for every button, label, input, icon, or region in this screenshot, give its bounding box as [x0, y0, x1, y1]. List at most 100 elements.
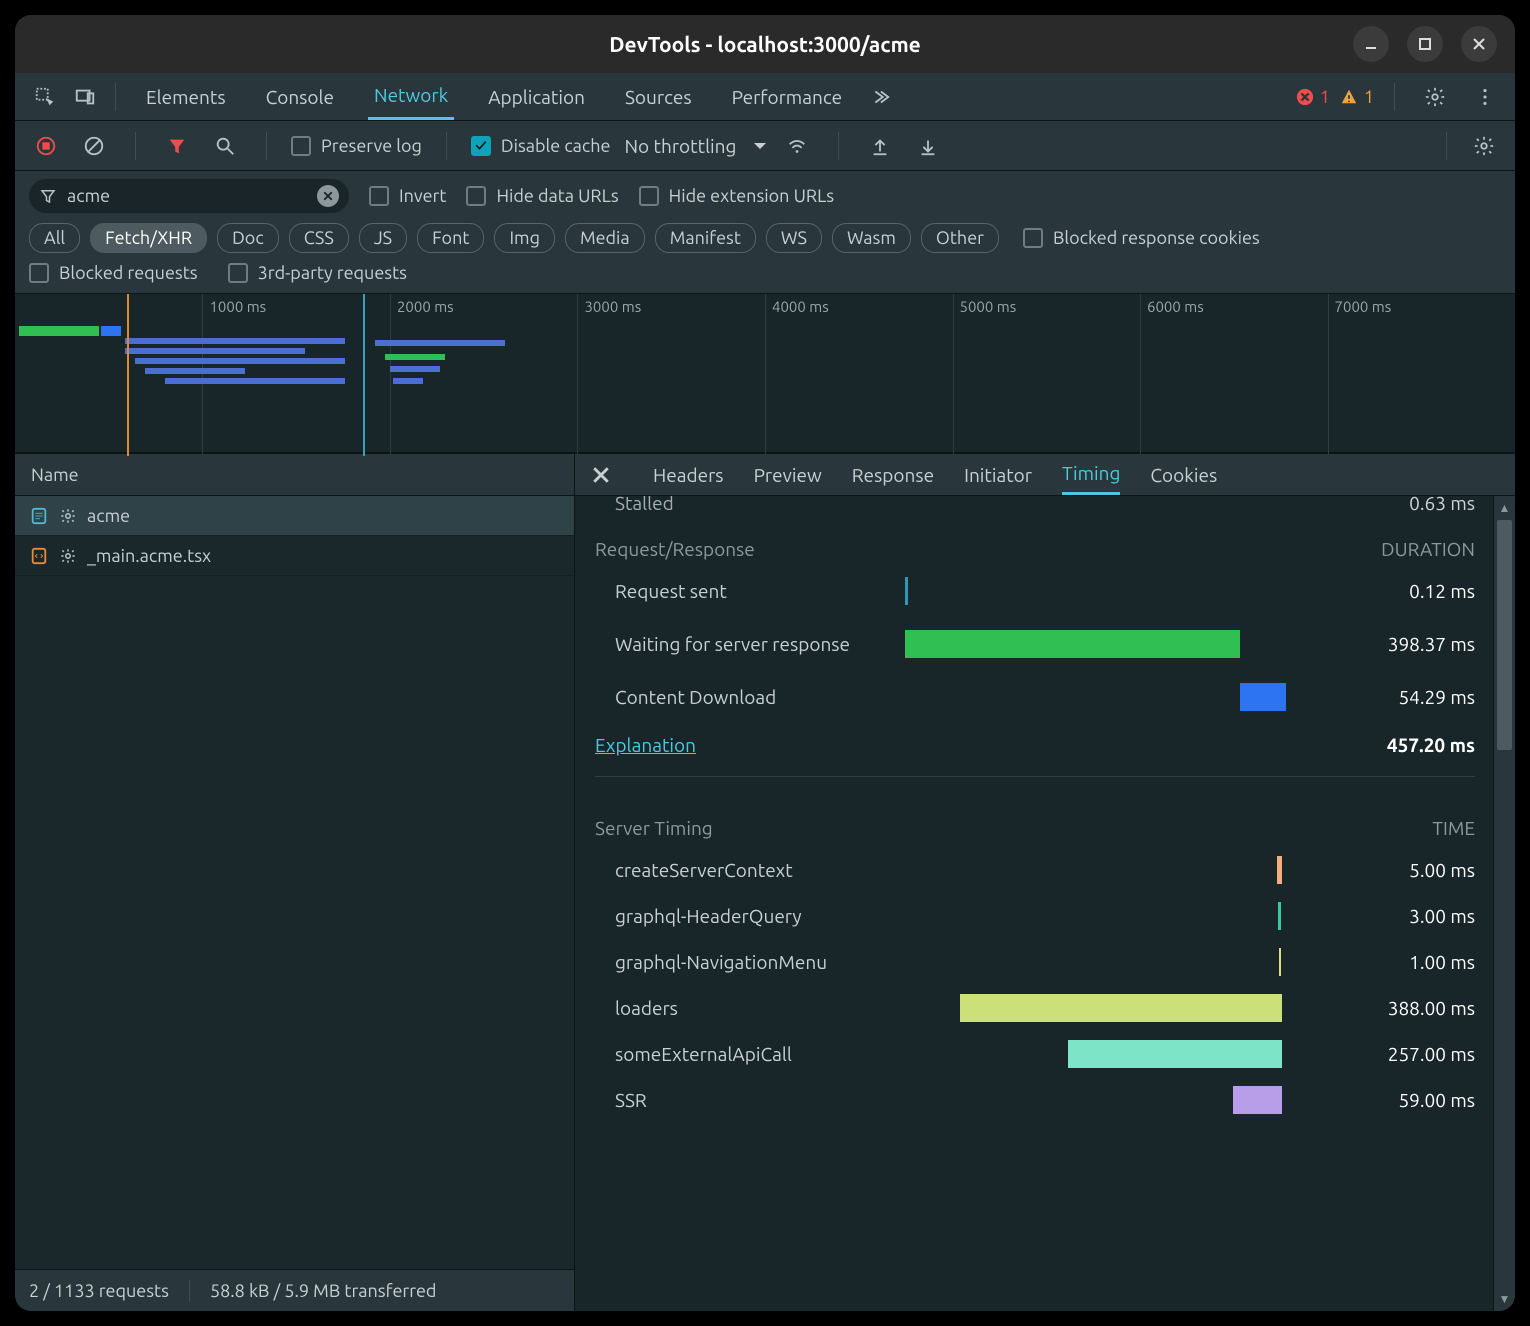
preserve-log-label: Preserve log	[321, 136, 422, 156]
third-party-checkbox[interactable]: 3rd-party requests	[228, 263, 407, 283]
detail-tab-headers[interactable]: Headers	[653, 454, 724, 495]
network-settings-icon[interactable]	[1467, 129, 1501, 163]
detail-tab-initiator[interactable]: Initiator	[964, 454, 1032, 495]
overview-timeline[interactable]: 1000 ms 2000 ms 3000 ms 4000 ms 5000 ms …	[15, 293, 1515, 453]
filter-pill-media[interactable]: Media	[565, 223, 645, 253]
disable-cache-checkbox[interactable]: Disable cache	[471, 136, 611, 156]
timing-label: graphql-NavigationMenu	[595, 951, 885, 973]
warning-count-badge[interactable]: 1	[1340, 87, 1374, 107]
timing-value: 3.00 ms	[1305, 905, 1475, 927]
timing-bar	[1233, 1086, 1282, 1114]
doc-file-icon	[29, 506, 49, 526]
timing-bar-area	[905, 629, 1285, 659]
kebab-menu-icon[interactable]	[1465, 77, 1505, 117]
timing-bar	[905, 630, 1240, 658]
status-requests: 2 / 1133 requests	[29, 1281, 169, 1301]
clear-button-icon[interactable]	[77, 129, 111, 163]
disable-cache-label: Disable cache	[501, 136, 611, 156]
timing-value: 398.37 ms	[1305, 633, 1475, 655]
filter-pill-doc[interactable]: Doc	[217, 223, 279, 253]
tab-application[interactable]: Application	[482, 73, 591, 120]
blocked-cookies-checkbox[interactable]: Blocked response cookies	[1023, 228, 1260, 248]
timing-label: Waiting for server response	[595, 633, 885, 656]
preserve-log-checkbox[interactable]: Preserve log	[291, 136, 422, 156]
detail-tab-cookies[interactable]: Cookies	[1150, 454, 1217, 495]
filter-text-input[interactable]	[67, 186, 307, 206]
timing-bar	[1068, 1040, 1282, 1068]
maximize-button[interactable]	[1407, 26, 1443, 62]
warning-count: 1	[1364, 87, 1374, 107]
download-har-icon[interactable]	[911, 129, 945, 163]
device-toolbar-icon[interactable]	[65, 77, 105, 117]
upload-har-icon[interactable]	[863, 129, 897, 163]
network-conditions-icon[interactable]	[780, 129, 814, 163]
request-row[interactable]: acme	[15, 496, 574, 536]
filter-pill-manifest[interactable]: Manifest	[655, 223, 756, 253]
checkbox-icon	[369, 186, 389, 206]
column-header-name[interactable]: Name	[15, 454, 574, 496]
detail-tab-response[interactable]: Response	[852, 454, 934, 495]
gear-icon	[59, 507, 77, 525]
detail-tab-timing[interactable]: Timing	[1062, 454, 1120, 495]
timing-label: createServerContext	[595, 859, 885, 881]
search-icon[interactable]	[208, 129, 242, 163]
timing-detail[interactable]: Stalled 0.63 ms Request/Response DURATIO…	[575, 496, 1515, 1311]
timing-bar	[1278, 902, 1281, 930]
scroll-up-icon[interactable]: ▲	[1494, 498, 1515, 518]
filter-pill-other[interactable]: Other	[921, 223, 999, 253]
filter-input[interactable]	[29, 179, 349, 213]
more-tabs-icon[interactable]	[860, 77, 900, 117]
clear-filter-icon[interactable]	[317, 185, 339, 207]
filter-pill-js[interactable]: JS	[359, 223, 407, 253]
record-button-icon[interactable]	[29, 129, 63, 163]
tab-console[interactable]: Console	[260, 73, 340, 120]
checkbox-icon	[291, 136, 311, 156]
timing-value: 257.00 ms	[1305, 1043, 1475, 1065]
settings-gear-icon[interactable]	[1415, 77, 1455, 117]
timing-label: someExternalApiCall	[595, 1043, 885, 1065]
timing-label: Content Download	[595, 686, 885, 708]
invert-checkbox[interactable]: Invert	[369, 186, 446, 206]
error-count-badge[interactable]: 1	[1296, 87, 1330, 107]
divider	[446, 132, 447, 160]
scroll-thumb[interactable]	[1497, 520, 1512, 750]
inspect-element-icon[interactable]	[25, 77, 65, 117]
timing-value: 59.00 ms	[1305, 1089, 1475, 1111]
scroll-down-icon[interactable]: ▼	[1494, 1289, 1515, 1309]
filter-pill-css[interactable]: CSS	[289, 223, 349, 253]
hide-ext-urls-checkbox[interactable]: Hide extension URLs	[639, 186, 834, 206]
filter-pill-img[interactable]: Img	[494, 223, 555, 253]
timing-label: loaders	[595, 997, 885, 1019]
divider	[115, 83, 116, 111]
timing-label: Stalled	[595, 496, 885, 514]
divider	[266, 132, 267, 160]
close-window-button[interactable]	[1461, 26, 1497, 62]
blocked-requests-checkbox[interactable]: Blocked requests	[29, 263, 198, 283]
explanation-link[interactable]: Explanation	[595, 734, 696, 756]
filter-pill-fetchxhr[interactable]: Fetch/XHR	[90, 223, 207, 253]
tab-sources[interactable]: Sources	[619, 73, 698, 120]
filter-pill-wasm[interactable]: Wasm	[832, 223, 911, 253]
filter-pill-ws[interactable]: WS	[766, 223, 822, 253]
tab-network[interactable]: Network	[368, 73, 454, 120]
detail-scrollbar[interactable]: ▲ ▼	[1493, 496, 1515, 1311]
filter-pill-font[interactable]: Font	[417, 223, 484, 253]
devtools-window: DevTools - localhost:3000/acme Elements …	[15, 15, 1515, 1311]
close-detail-icon[interactable]	[589, 463, 613, 487]
invert-label: Invert	[399, 186, 446, 206]
timing-bar-area	[905, 576, 1285, 606]
gear-icon	[59, 547, 77, 565]
tab-elements[interactable]: Elements	[140, 73, 232, 120]
hide-data-urls-checkbox[interactable]: Hide data URLs	[466, 186, 618, 206]
request-row[interactable]: _main.acme.tsx	[15, 536, 574, 576]
minimize-button[interactable]	[1353, 26, 1389, 62]
tab-performance[interactable]: Performance	[726, 73, 849, 120]
network-toolbar: Preserve log Disable cache No throttling	[15, 121, 1515, 171]
filter-funnel-icon[interactable]	[160, 129, 194, 163]
detail-tab-preview[interactable]: Preview	[754, 454, 822, 495]
throttling-dropdown[interactable]: No throttling	[624, 135, 766, 157]
request-list-panel: Name acme	[15, 454, 575, 1311]
blocked-requests-label: Blocked requests	[59, 263, 198, 283]
filter-pill-all[interactable]: All	[29, 223, 80, 253]
request-list[interactable]: acme _main.acme.tsx	[15, 496, 574, 1269]
